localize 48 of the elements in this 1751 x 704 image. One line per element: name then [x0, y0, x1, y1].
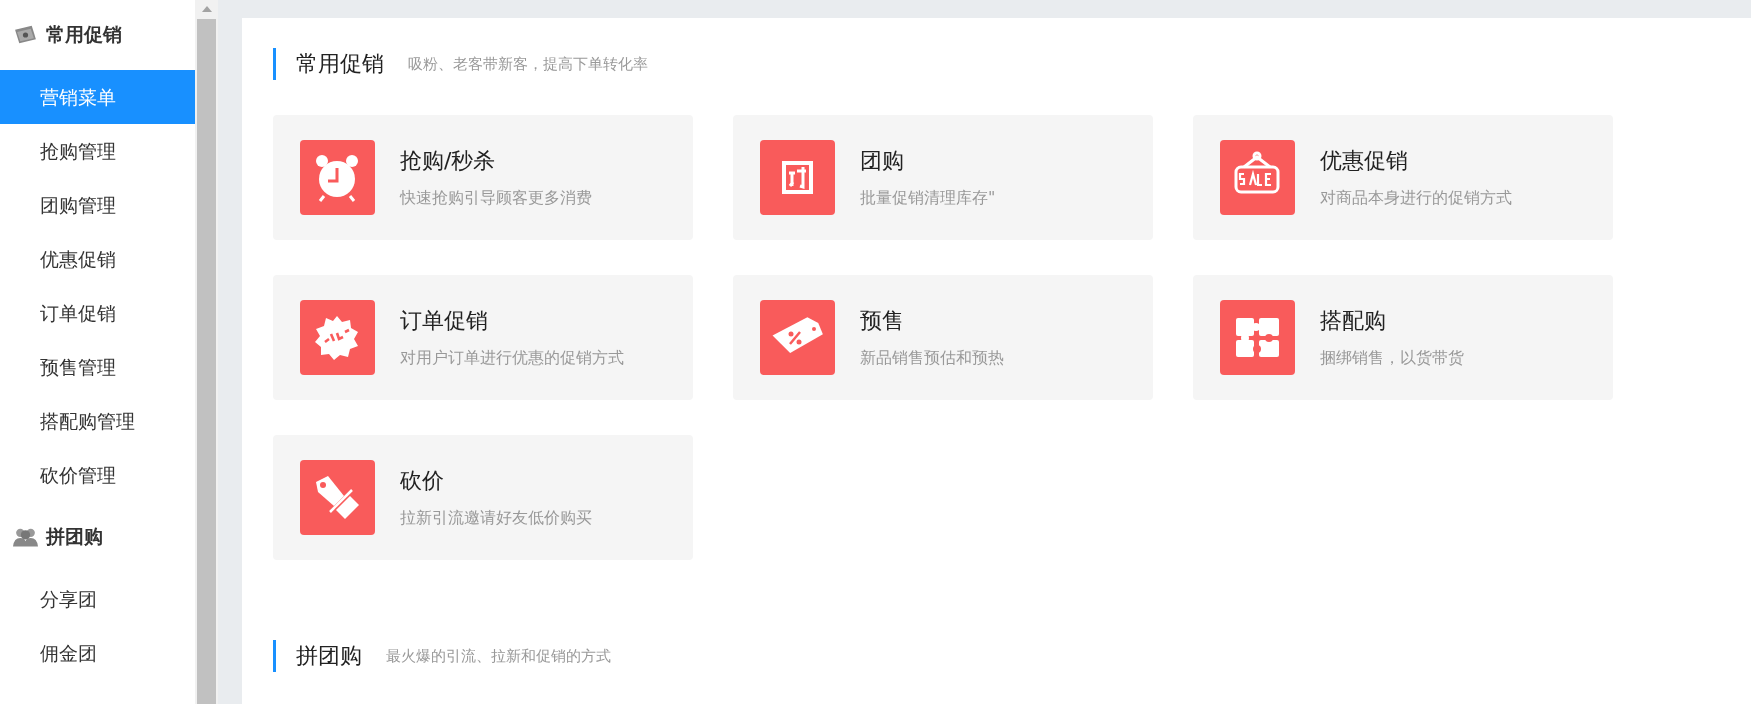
card-description: 对用户订单进行优惠的促销方式	[400, 348, 624, 369]
percent-tag-icon	[760, 300, 835, 375]
promotion-card[interactable]: 预售 新品销售预估和预热	[733, 275, 1153, 400]
scrollbar-thumb[interactable]	[197, 19, 216, 704]
card-description: 拉新引流邀请好友低价购买	[400, 508, 592, 529]
menu-item[interactable]: 抢购管理	[0, 124, 195, 178]
card-description: 批量促销清理库存"	[860, 188, 996, 209]
square-glyph-icon	[760, 140, 835, 215]
alarm-clock-icon	[300, 140, 375, 215]
promotion-card[interactable]: 砍价 拉新引流邀请好友低价购买	[273, 435, 693, 560]
card-description: 对商品本身进行的促销方式	[1320, 188, 1512, 209]
sale-badge-icon	[300, 300, 375, 375]
menu-item[interactable]: 团购管理	[0, 178, 195, 232]
card-title: 订单促销	[400, 307, 489, 335]
group-title: 常用促销	[46, 22, 122, 47]
hanging-sale-sign-icon	[1220, 140, 1295, 215]
section-title: 拼团购	[296, 642, 362, 670]
menu-item[interactable]: 订单促销	[0, 286, 195, 340]
group-title: 拼团购	[46, 524, 103, 549]
puzzle-icon	[1220, 300, 1295, 375]
promotion-card[interactable]: 订单促销 对用户订单进行优惠的促销方式	[273, 275, 693, 400]
card-title: 抢购/秒杀	[400, 147, 497, 175]
card-description: 快速抢购引导顾客更多消费	[400, 188, 592, 209]
cut-tag-icon	[300, 460, 375, 535]
promotion-card[interactable]: 优惠促销 对商品本身进行的促销方式	[1193, 115, 1613, 240]
card-title: 预售	[860, 307, 905, 335]
scrollbar[interactable]	[195, 0, 218, 704]
card-title: 优惠促销	[1320, 147, 1409, 175]
card-description: 新品销售预估和预热	[860, 348, 1004, 369]
card-title: 砍价	[400, 467, 445, 495]
section-title: 常用促销	[296, 50, 384, 78]
users-icon	[13, 526, 38, 548]
menu-item[interactable]: 佣金团	[0, 626, 195, 680]
promotion-card[interactable]: 抢购/秒杀 快速抢购引导顾客更多消费	[273, 115, 693, 240]
promotion-card[interactable]: 团购 批量促销清理库存"	[733, 115, 1153, 240]
menu-item[interactable]: 优惠促销	[0, 232, 195, 286]
ticket-icon	[13, 24, 38, 46]
promotion-card[interactable]: 搭配购 捆绑销售，以货带货	[1193, 275, 1613, 400]
card-title: 搭配购	[1320, 307, 1387, 335]
card-description: 捆绑销售，以货带货	[1320, 348, 1464, 369]
section-subtitle: 吸粉、老客带新客，提高下单转化率	[408, 54, 648, 74]
section-subtitle: 最火爆的引流、拉新和促销的方式	[386, 646, 611, 666]
scroll-up-arrow-icon[interactable]	[201, 6, 212, 12]
menu-item[interactable]: 预售管理	[0, 340, 195, 394]
menu-item[interactable]: 分享团	[0, 572, 195, 626]
menu-item[interactable]: 砍价管理	[0, 448, 195, 502]
card-title: 团购	[860, 147, 905, 175]
menu-item[interactable]: 搭配购管理	[0, 394, 195, 448]
